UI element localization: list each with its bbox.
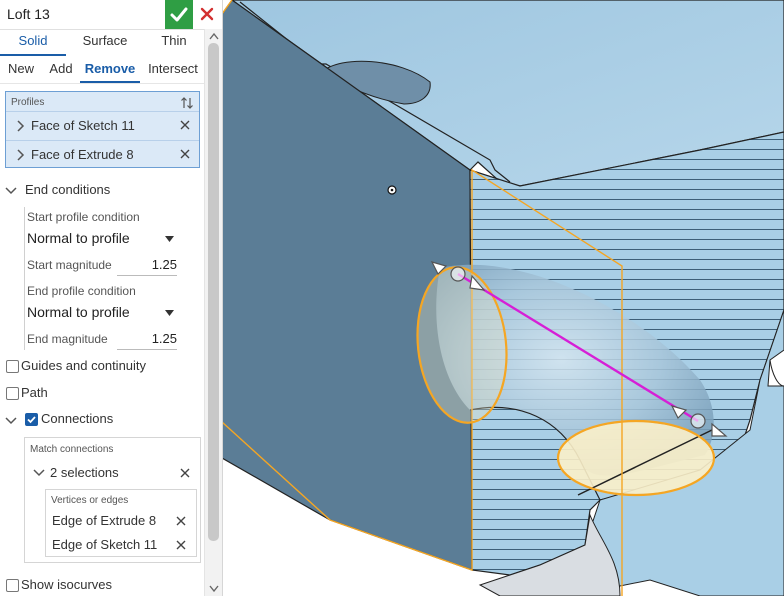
cancel-button[interactable] (196, 0, 218, 29)
remove-icon[interactable] (180, 468, 190, 478)
path-label: Path (21, 385, 48, 400)
tab-surface[interactable]: Surface (70, 29, 140, 54)
start-condition-value: Normal to profile (27, 230, 130, 246)
profiles-label: Profiles (11, 97, 45, 108)
loft-feature-dialog: Loft 13 Solid Surface Thin New Add Remov… (0, 0, 223, 596)
guides-option[interactable]: Guides and continuity (0, 357, 204, 379)
profile-item[interactable]: Face of Sketch 11 (6, 111, 199, 140)
chevron-down-icon[interactable] (33, 467, 45, 479)
op-new[interactable]: New (2, 57, 40, 81)
start-magnitude-label: Start magnitude (27, 258, 112, 272)
scroll-down-icon[interactable] (209, 585, 219, 593)
scrollbar-thumb[interactable] (208, 43, 219, 541)
start-condition-label: Start profile condition (27, 210, 140, 224)
show-isocurves-checkbox[interactable] (6, 579, 19, 592)
end-magnitude-input[interactable]: 1.25 (117, 331, 177, 350)
vertices-or-edges-box[interactable]: Vertices or edges Edge of Extrude 8 Edge… (45, 489, 197, 557)
edge-item-label: Edge of Extrude 8 (52, 513, 157, 528)
remove-icon[interactable] (176, 540, 186, 550)
op-intersect[interactable]: Intersect (143, 57, 203, 81)
start-magnitude-input[interactable]: 1.25 (117, 257, 177, 276)
checkmark-icon (170, 7, 188, 22)
match-connections-label: Match connections (30, 444, 114, 455)
feature-title[interactable]: Loft 13 (7, 6, 50, 22)
show-isocurves-option[interactable]: Show isocurves (0, 576, 204, 596)
guides-checkbox[interactable] (6, 360, 19, 373)
show-isocurves-label: Show isocurves (21, 577, 113, 592)
dialog-titlebar: Loft 13 (0, 0, 222, 30)
connections-group: Match connections 2 selections Vertices … (24, 437, 201, 563)
connections-option[interactable]: Connections (0, 410, 204, 432)
chevron-right-icon[interactable] (15, 120, 25, 132)
end-conditions-group: Start profile condition Normal to profil… (24, 207, 205, 350)
operation-tabs: New Add Remove Intersect (0, 57, 204, 84)
close-icon (200, 7, 214, 21)
edge-item[interactable]: Edge of Extrude 8 (46, 510, 196, 532)
connections-checkbox[interactable] (25, 413, 38, 426)
remove-icon[interactable] (179, 119, 191, 131)
profile-item-label: Face of Sketch 11 (31, 118, 135, 133)
connection-selection-label: 2 selections (50, 465, 119, 480)
tab-solid[interactable]: Solid (0, 29, 66, 56)
loft-end-face (558, 422, 714, 494)
op-remove[interactable]: Remove (80, 57, 140, 83)
dialog-scrollbar[interactable] (204, 29, 222, 596)
checkmark-icon (27, 416, 36, 424)
profile-item[interactable]: Face of Extrude 8 (6, 140, 199, 169)
scroll-up-icon[interactable] (209, 32, 219, 40)
path-option[interactable]: Path (0, 384, 204, 406)
body-type-tabs: Solid Surface Thin (0, 29, 204, 56)
end-vertex-handle[interactable] (690, 413, 706, 429)
start-condition-dropdown[interactable]: Normal to profile (27, 229, 177, 249)
reorder-icon[interactable] (180, 96, 194, 110)
op-add[interactable]: Add (44, 57, 78, 81)
vertices-or-edges-label: Vertices or edges (51, 495, 129, 506)
connections-label: Connections (41, 411, 114, 426)
edge-item-label: Edge of Sketch 11 (52, 537, 158, 552)
start-vertex-handle[interactable] (450, 266, 466, 282)
end-conditions-label: End conditions (25, 182, 111, 197)
chevron-down-icon[interactable] (5, 185, 17, 197)
tab-thin[interactable]: Thin (146, 29, 202, 54)
end-condition-dropdown[interactable]: Normal to profile (27, 303, 177, 323)
end-condition-value: Normal to profile (27, 304, 130, 320)
end-magnitude-label: End magnitude (27, 332, 108, 346)
connection-selection-row[interactable]: 2 selections (30, 462, 196, 484)
remove-icon[interactable] (176, 516, 186, 526)
end-condition-label: End profile condition (27, 284, 136, 298)
caret-down-icon (165, 236, 174, 242)
profile-item-label: Face of Extrude 8 (31, 147, 134, 162)
guides-label: Guides and continuity (21, 358, 147, 373)
path-checkbox[interactable] (6, 387, 19, 400)
chevron-down-icon[interactable] (5, 415, 17, 427)
chevron-right-icon[interactable] (15, 149, 25, 161)
accept-button[interactable] (165, 0, 193, 29)
caret-down-icon (165, 310, 174, 316)
edge-item[interactable]: Edge of Sketch 11 (46, 534, 196, 556)
end-conditions-header[interactable]: End conditions (0, 180, 204, 202)
remove-icon[interactable] (179, 148, 191, 160)
profiles-selection-box[interactable]: Profiles Face of Sketch 11 Face of Extru… (5, 91, 200, 168)
